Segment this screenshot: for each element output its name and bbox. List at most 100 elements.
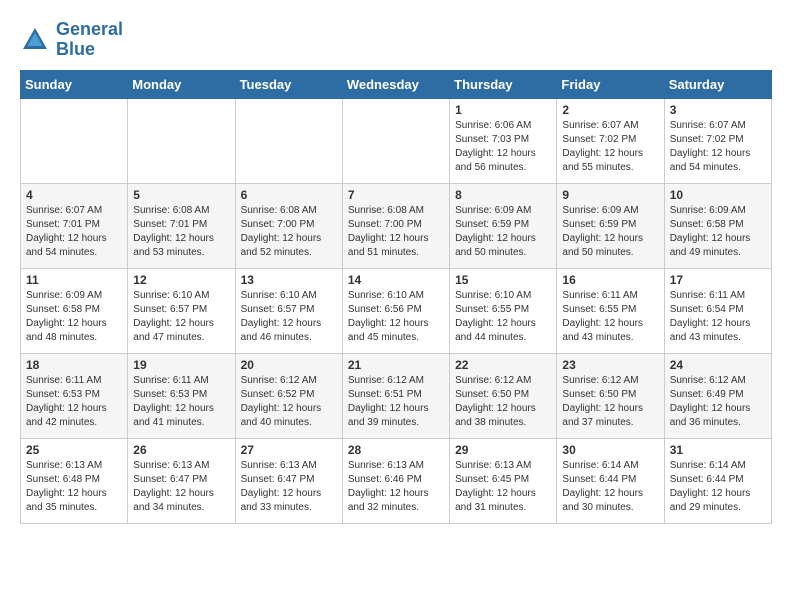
calendar-cell: 19 Sunrise: 6:11 AM Sunset: 6:53 PM Dayli… bbox=[128, 353, 235, 438]
calendar-cell: 20 Sunrise: 6:12 AM Sunset: 6:52 PM Dayli… bbox=[235, 353, 342, 438]
day-info: Sunrise: 6:13 AM Sunset: 6:48 PM Dayligh… bbox=[26, 459, 122, 515]
day-info: Sunrise: 6:13 AM Sunset: 6:46 PM Dayligh… bbox=[348, 459, 444, 515]
day-number: 21 bbox=[348, 358, 444, 372]
day-number: 1 bbox=[455, 103, 551, 117]
day-info: Sunrise: 6:10 AM Sunset: 6:57 PM Dayligh… bbox=[241, 289, 337, 345]
day-number: 14 bbox=[348, 273, 444, 287]
calendar-cell: 23Sunrise: 6:12 AM Sunset: 6:50 PM Dayli… bbox=[557, 353, 664, 438]
day-number: 22 bbox=[455, 358, 551, 372]
day-number: 5 bbox=[133, 188, 229, 202]
calendar-body: 1 Sunrise: 6:06 AM Sunset: 7:03 PM Daylig… bbox=[21, 98, 772, 523]
day-info: Sunrise: 6:11 AM Sunset: 6:53 PM Dayligh… bbox=[133, 374, 229, 430]
day-info: Sunrise: 6:08 AM Sunset: 7:01 PM Dayligh… bbox=[133, 204, 229, 260]
day-number: 8 bbox=[455, 188, 551, 202]
header-day-thursday: Thursday bbox=[450, 70, 557, 98]
day-info: Sunrise: 6:12 AM Sunset: 6:50 PM Dayligh… bbox=[455, 374, 551, 430]
calendar-cell: 7 Sunrise: 6:08 AM Sunset: 7:00 PM Daylig… bbox=[342, 183, 449, 268]
day-info: Sunrise: 6:13 AM Sunset: 6:47 PM Dayligh… bbox=[241, 459, 337, 515]
day-info: Sunrise: 6:10 AM Sunset: 6:56 PM Dayligh… bbox=[348, 289, 444, 345]
calendar-cell: 17Sunrise: 6:11 AM Sunset: 6:54 PM Dayli… bbox=[664, 268, 771, 353]
day-info: Sunrise: 6:07 AM Sunset: 7:02 PM Dayligh… bbox=[562, 119, 658, 175]
day-number: 7 bbox=[348, 188, 444, 202]
calendar-cell bbox=[342, 98, 449, 183]
calendar-cell: 15Sunrise: 6:10 AM Sunset: 6:55 PM Dayli… bbox=[450, 268, 557, 353]
day-info: Sunrise: 6:13 AM Sunset: 6:45 PM Dayligh… bbox=[455, 459, 551, 515]
header-row: SundayMondayTuesdayWednesdayThursdayFrid… bbox=[21, 70, 772, 98]
calendar-week-4: 18Sunrise: 6:11 AM Sunset: 6:53 PM Dayli… bbox=[21, 353, 772, 438]
day-number: 23 bbox=[562, 358, 658, 372]
logo: General Blue bbox=[20, 20, 123, 60]
calendar-cell: 12 Sunrise: 6:10 AM Sunset: 6:57 PM Dayli… bbox=[128, 268, 235, 353]
calendar-cell: 11 Sunrise: 6:09 AM Sunset: 6:58 PM Dayli… bbox=[21, 268, 128, 353]
calendar-cell: 9Sunrise: 6:09 AM Sunset: 6:59 PM Daylig… bbox=[557, 183, 664, 268]
day-number: 30 bbox=[562, 443, 658, 457]
calendar-cell: 16 Sunrise: 6:11 AM Sunset: 6:55 PM Dayli… bbox=[557, 268, 664, 353]
calendar-cell: 13 Sunrise: 6:10 AM Sunset: 6:57 PM Dayli… bbox=[235, 268, 342, 353]
calendar-header: SundayMondayTuesdayWednesdayThursdayFrid… bbox=[21, 70, 772, 98]
logo-icon bbox=[20, 25, 50, 55]
header-day-sunday: Sunday bbox=[21, 70, 128, 98]
day-info: Sunrise: 6:11 AM Sunset: 6:55 PM Dayligh… bbox=[562, 289, 658, 345]
day-number: 11 bbox=[26, 273, 122, 287]
day-info: Sunrise: 6:10 AM Sunset: 6:57 PM Dayligh… bbox=[133, 289, 229, 345]
day-info: Sunrise: 6:13 AM Sunset: 6:47 PM Dayligh… bbox=[133, 459, 229, 515]
calendar-cell: 26Sunrise: 6:13 AM Sunset: 6:47 PM Dayli… bbox=[128, 438, 235, 523]
day-info: Sunrise: 6:11 AM Sunset: 6:54 PM Dayligh… bbox=[670, 289, 766, 345]
header-day-tuesday: Tuesday bbox=[235, 70, 342, 98]
calendar-week-3: 11 Sunrise: 6:09 AM Sunset: 6:58 PM Dayli… bbox=[21, 268, 772, 353]
calendar-cell: 4Sunrise: 6:07 AM Sunset: 7:01 PM Daylig… bbox=[21, 183, 128, 268]
day-number: 29 bbox=[455, 443, 551, 457]
calendar-table: SundayMondayTuesdayWednesdayThursdayFrid… bbox=[20, 70, 772, 524]
day-number: 20 bbox=[241, 358, 337, 372]
day-info: Sunrise: 6:10 AM Sunset: 6:55 PM Dayligh… bbox=[455, 289, 551, 345]
day-info: Sunrise: 6:09 AM Sunset: 6:59 PM Dayligh… bbox=[455, 204, 551, 260]
calendar-cell: 3 Sunrise: 6:07 AM Sunset: 7:02 PM Daylig… bbox=[664, 98, 771, 183]
day-number: 3 bbox=[670, 103, 766, 117]
calendar-cell: 14 Sunrise: 6:10 AM Sunset: 6:56 PM Dayli… bbox=[342, 268, 449, 353]
day-number: 13 bbox=[241, 273, 337, 287]
day-info: Sunrise: 6:08 AM Sunset: 7:00 PM Dayligh… bbox=[241, 204, 337, 260]
calendar-cell bbox=[235, 98, 342, 183]
calendar-cell: 31 Sunrise: 6:14 AM Sunset: 6:44 PM Dayli… bbox=[664, 438, 771, 523]
day-info: Sunrise: 6:12 AM Sunset: 6:51 PM Dayligh… bbox=[348, 374, 444, 430]
calendar-week-5: 25 Sunrise: 6:13 AM Sunset: 6:48 PM Dayli… bbox=[21, 438, 772, 523]
day-info: Sunrise: 6:08 AM Sunset: 7:00 PM Dayligh… bbox=[348, 204, 444, 260]
day-number: 16 bbox=[562, 273, 658, 287]
day-number: 12 bbox=[133, 273, 229, 287]
day-info: Sunrise: 6:14 AM Sunset: 6:44 PM Dayligh… bbox=[562, 459, 658, 515]
calendar-cell: 25 Sunrise: 6:13 AM Sunset: 6:48 PM Dayli… bbox=[21, 438, 128, 523]
day-info: Sunrise: 6:06 AM Sunset: 7:03 PM Dayligh… bbox=[455, 119, 551, 175]
day-number: 19 bbox=[133, 358, 229, 372]
day-number: 28 bbox=[348, 443, 444, 457]
header-day-wednesday: Wednesday bbox=[342, 70, 449, 98]
day-number: 10 bbox=[670, 188, 766, 202]
day-info: Sunrise: 6:14 AM Sunset: 6:44 PM Dayligh… bbox=[670, 459, 766, 515]
day-info: Sunrise: 6:07 AM Sunset: 7:02 PM Dayligh… bbox=[670, 119, 766, 175]
calendar-cell: 27Sunrise: 6:13 AM Sunset: 6:47 PM Dayli… bbox=[235, 438, 342, 523]
calendar-cell: 22 Sunrise: 6:12 AM Sunset: 6:50 PM Dayli… bbox=[450, 353, 557, 438]
page-header: General Blue bbox=[20, 20, 772, 60]
calendar-cell: 29 Sunrise: 6:13 AM Sunset: 6:45 PM Dayli… bbox=[450, 438, 557, 523]
calendar-cell: 30 Sunrise: 6:14 AM Sunset: 6:44 PM Dayli… bbox=[557, 438, 664, 523]
calendar-cell: 21 Sunrise: 6:12 AM Sunset: 6:51 PM Dayli… bbox=[342, 353, 449, 438]
day-number: 25 bbox=[26, 443, 122, 457]
day-info: Sunrise: 6:07 AM Sunset: 7:01 PM Dayligh… bbox=[26, 204, 122, 260]
day-info: Sunrise: 6:09 AM Sunset: 6:59 PM Dayligh… bbox=[562, 204, 658, 260]
day-number: 2 bbox=[562, 103, 658, 117]
calendar-cell: 6 Sunrise: 6:08 AM Sunset: 7:00 PM Daylig… bbox=[235, 183, 342, 268]
day-info: Sunrise: 6:09 AM Sunset: 6:58 PM Dayligh… bbox=[670, 204, 766, 260]
day-info: Sunrise: 6:11 AM Sunset: 6:53 PM Dayligh… bbox=[26, 374, 122, 430]
calendar-cell: 1 Sunrise: 6:06 AM Sunset: 7:03 PM Daylig… bbox=[450, 98, 557, 183]
day-number: 24 bbox=[670, 358, 766, 372]
calendar-cell bbox=[21, 98, 128, 183]
day-info: Sunrise: 6:09 AM Sunset: 6:58 PM Dayligh… bbox=[26, 289, 122, 345]
day-number: 6 bbox=[241, 188, 337, 202]
day-number: 31 bbox=[670, 443, 766, 457]
calendar-cell: 5 Sunrise: 6:08 AM Sunset: 7:01 PM Daylig… bbox=[128, 183, 235, 268]
calendar-cell: 18Sunrise: 6:11 AM Sunset: 6:53 PM Dayli… bbox=[21, 353, 128, 438]
header-day-monday: Monday bbox=[128, 70, 235, 98]
header-day-saturday: Saturday bbox=[664, 70, 771, 98]
day-info: Sunrise: 6:12 AM Sunset: 6:49 PM Dayligh… bbox=[670, 374, 766, 430]
calendar-cell: 24 Sunrise: 6:12 AM Sunset: 6:49 PM Dayli… bbox=[664, 353, 771, 438]
day-info: Sunrise: 6:12 AM Sunset: 6:52 PM Dayligh… bbox=[241, 374, 337, 430]
